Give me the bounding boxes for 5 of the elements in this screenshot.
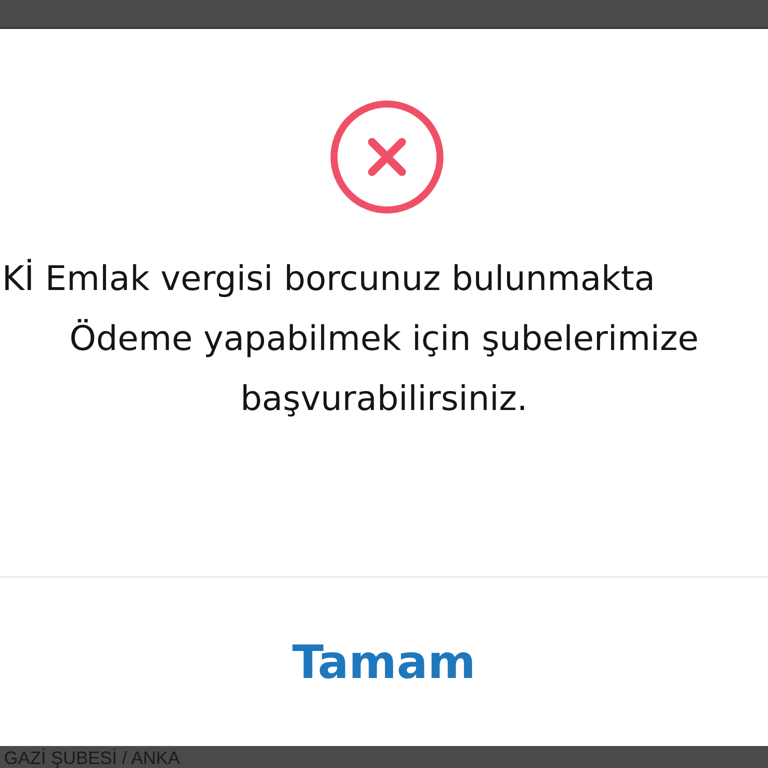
message-text: Ödeme yapabilmek için şubelerimize (69, 318, 699, 361)
error-icon (329, 99, 445, 215)
ok-button[interactable]: Tamam (282, 631, 486, 693)
message-text: Kİ Emlak vergisi borcunuz bulunmakta (2, 258, 656, 301)
message-text: başvurabilirsiniz. (240, 378, 528, 421)
